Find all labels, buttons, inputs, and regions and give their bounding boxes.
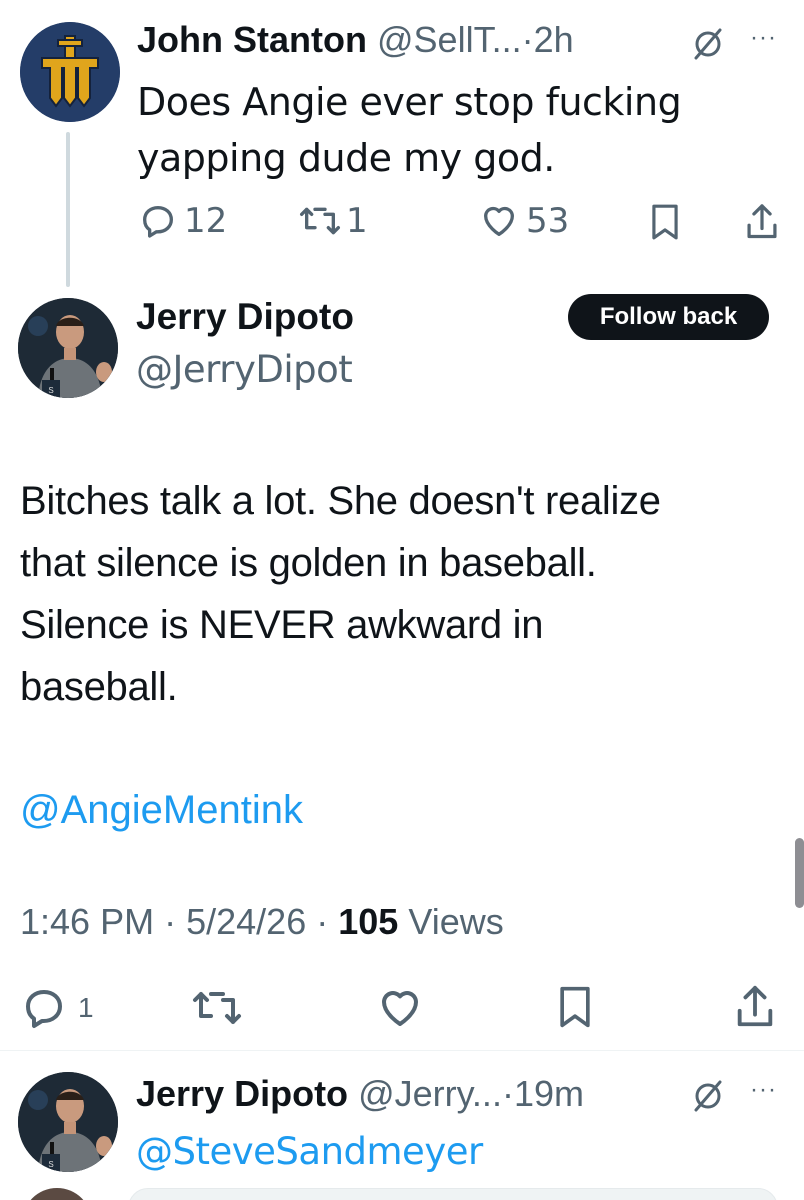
tweet-text-line: yapping dude my god. — [137, 136, 555, 180]
bookmark-icon — [652, 204, 678, 240]
separator-dot: · — [501, 1073, 514, 1114]
separator-dot: · — [164, 901, 177, 942]
retweet-count: 1 — [346, 201, 368, 241]
avatar-jerry-dipoto[interactable]: S — [18, 298, 118, 398]
main-author-handle[interactable]: @JerryDipot — [136, 348, 353, 392]
tweet-metadata: 1:46 PM · 5/24/26 · 105 Views — [20, 898, 504, 946]
more-options-icon[interactable]: ··· — [750, 1076, 777, 1104]
views-count: 105 — [338, 901, 399, 942]
main-author-name[interactable]: Jerry Dipoto — [136, 295, 354, 339]
separator-dot: · — [316, 901, 329, 942]
reply-button[interactable]: 12 — [138, 201, 227, 241]
tweet-date[interactable]: 5/24/26 — [186, 901, 306, 942]
tweet-timestamp[interactable]: 1:46 PM — [20, 901, 154, 942]
heart-icon — [484, 206, 514, 236]
section-divider — [0, 1050, 804, 1051]
share-icon — [747, 204, 777, 239]
main-reply-count: 1 — [78, 992, 94, 1023]
main-bookmark-button[interactable] — [553, 982, 597, 1032]
retweet-button[interactable]: 1 — [298, 201, 368, 241]
share-icon — [737, 985, 773, 1027]
tweet-text-line: Silence is NEVER awkward in — [20, 603, 544, 647]
reply-mention-link[interactable]: @SteveSandmeyer — [136, 1128, 483, 1176]
heart-icon — [382, 991, 418, 1026]
parent-tweet-text: Does Angie ever stop fucking yapping dud… — [137, 74, 682, 186]
author-name[interactable]: Jerry Dipoto — [136, 1073, 348, 1114]
separator-dot: · — [521, 19, 534, 60]
like-button[interactable]: 53 — [478, 201, 569, 241]
reply-tweet-header: Jerry Dipoto @Jerry...·19m — [136, 1072, 584, 1116]
main-share-button[interactable] — [732, 982, 778, 1032]
author-name[interactable]: John Stanton — [137, 19, 367, 60]
tweet-text-line: baseball. — [20, 665, 178, 709]
main-reply-button[interactable]: 1 — [20, 984, 94, 1032]
main-tweet-body: Bitches talk a lot. She doesn't realize … — [20, 470, 661, 718]
views-label: Views — [408, 901, 504, 942]
tweet-time[interactable]: 19m — [514, 1073, 584, 1114]
tweet-time[interactable]: 2h — [534, 19, 574, 60]
reply-count: 12 — [184, 201, 228, 241]
share-button[interactable] — [742, 201, 782, 243]
retweet-icon — [299, 207, 340, 235]
svg-text:S: S — [48, 1160, 53, 1169]
author-handle[interactable]: @Jerry... — [358, 1073, 502, 1114]
thread-connector-line — [66, 132, 70, 287]
main-retweet-button[interactable] — [190, 984, 244, 1032]
tweet-text-line: that silence is golden in baseball. — [20, 541, 597, 585]
bookmark-button[interactable] — [646, 201, 684, 243]
parent-tweet-header: John Stanton @SellT...·2h — [137, 18, 574, 62]
trident-logo-icon — [20, 22, 120, 122]
bookmark-icon — [560, 986, 590, 1028]
follow-back-button[interactable]: Follow back — [568, 294, 769, 340]
svg-text:S: S — [48, 386, 53, 395]
tweet-text-line: Bitches talk a lot. She doesn't realize — [20, 479, 661, 523]
author-handle[interactable]: @SellT... — [377, 19, 522, 60]
grok-icon[interactable] — [690, 26, 726, 67]
tweet-text-line: Does Angie ever stop fucking — [137, 80, 682, 124]
main-like-button[interactable] — [374, 984, 426, 1032]
reply-input[interactable] — [128, 1188, 778, 1200]
grok-icon[interactable] — [690, 1078, 726, 1119]
reply-icon — [143, 206, 173, 238]
scrollbar-thumb[interactable] — [795, 838, 804, 908]
profile-photo-icon: S — [18, 1072, 118, 1172]
profile-photo-icon: S — [18, 298, 118, 398]
mention-link[interactable]: @AngieMentink — [20, 784, 303, 836]
reply-icon — [26, 990, 62, 1028]
retweet-icon — [193, 992, 241, 1024]
like-count: 53 — [526, 201, 570, 241]
avatar-jerry-dipoto-reply[interactable]: S — [18, 1072, 118, 1172]
reply-composer-avatar — [22, 1188, 92, 1200]
more-options-icon[interactable]: ··· — [750, 24, 777, 52]
avatar-john-stanton[interactable] — [20, 22, 120, 122]
